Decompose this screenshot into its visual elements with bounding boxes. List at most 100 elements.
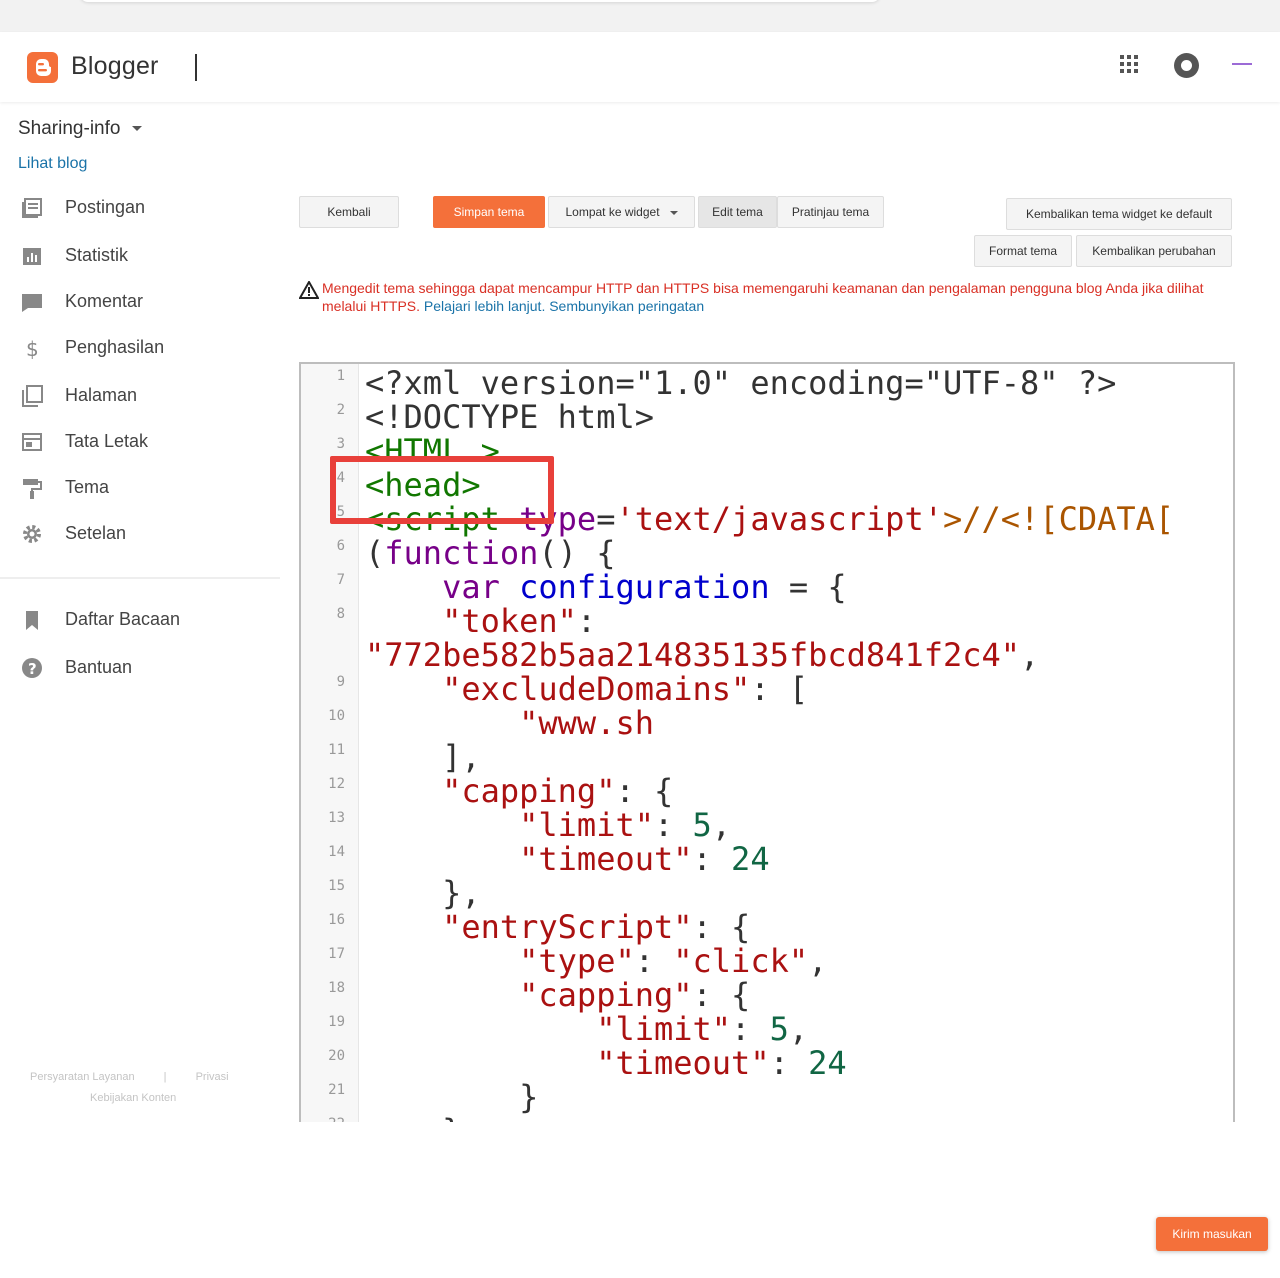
sidebar-item-label: Setelan bbox=[65, 523, 127, 543]
back-button[interactable]: Kembali bbox=[299, 196, 399, 228]
line-number: 7 bbox=[336, 572, 345, 588]
format-theme-button[interactable]: Format tema bbox=[974, 235, 1072, 267]
sidebar-item-label: Statistik bbox=[65, 245, 129, 265]
sidebar-divider bbox=[0, 577, 280, 579]
footer-separator: | bbox=[163, 1071, 167, 1083]
edit-theme-button[interactable]: Edit tema bbox=[698, 196, 777, 228]
code-token: "limit" bbox=[519, 806, 654, 844]
sidebar-item-pages[interactable]: Halaman bbox=[18, 381, 278, 411]
mixed-content-warning: Mengedit tema sehingga dapat mencampur H… bbox=[299, 279, 1234, 315]
sidebar-item-theme[interactable]: Tema bbox=[18, 473, 278, 503]
code-token: : bbox=[769, 1044, 809, 1082]
blog-name: Sharing-info bbox=[18, 118, 121, 139]
apps-grid-icon[interactable] bbox=[1119, 54, 1141, 76]
blog-selector[interactable]: Sharing-info bbox=[18, 118, 143, 140]
svg-text:?: ? bbox=[28, 660, 37, 678]
head-tag-highlight-box bbox=[330, 456, 554, 524]
code-token: ( bbox=[365, 534, 385, 572]
sidebar-item-label: Halaman bbox=[65, 385, 138, 405]
code-token: : { bbox=[692, 908, 751, 946]
save-theme-button[interactable]: Simpan tema bbox=[433, 196, 545, 228]
line-number: 1 bbox=[336, 368, 345, 384]
sidebar-item-earnings[interactable]: $ Penghasilan bbox=[18, 333, 278, 363]
line-number: 9 bbox=[336, 674, 345, 690]
code-line: "limit": 5, bbox=[365, 808, 731, 842]
blogger-logo-icon[interactable] bbox=[27, 52, 58, 83]
sidebar-item-settings[interactable]: Setelan bbox=[18, 519, 278, 549]
bookmark-icon bbox=[26, 611, 38, 630]
code-token: "capping" bbox=[442, 772, 616, 810]
send-feedback-button[interactable]: Kirim masukan bbox=[1156, 1217, 1268, 1251]
line-number: 15 bbox=[328, 878, 345, 894]
browser-top-strip bbox=[0, 0, 1280, 32]
sidebar-item-label: Penghasilan bbox=[65, 337, 165, 357]
code-line: "capping": { bbox=[365, 774, 673, 808]
code-token: "excludeDomains" bbox=[442, 670, 751, 708]
sidebar-item-label: Tema bbox=[65, 477, 110, 497]
hide-warning-link[interactable]: Sembunyikan peringatan bbox=[549, 298, 704, 314]
code-token: : bbox=[653, 806, 693, 844]
code-line: <?xml version="1.0" encoding="UTF-8" ?> bbox=[365, 364, 1117, 402]
minimize-icon[interactable] bbox=[1232, 63, 1252, 65]
content-policy-link[interactable]: Kebijakan Konten bbox=[90, 1092, 176, 1104]
sidebar-item-label: Tata Letak bbox=[65, 431, 149, 451]
jump-to-widget-label: Lompat ke widget bbox=[565, 205, 660, 219]
learn-more-link[interactable]: Pelajari lebih lanjut. bbox=[424, 298, 545, 314]
code-line: "timeout": 24 bbox=[365, 1044, 846, 1082]
code-token: () { bbox=[538, 534, 616, 572]
code-token: : bbox=[731, 1010, 770, 1048]
sidebar-item-stats[interactable]: Statistik bbox=[18, 241, 278, 271]
sidebar-item-posts[interactable]: Postingan bbox=[18, 193, 278, 223]
code-line: var configuration = { bbox=[365, 570, 847, 604]
code-line: "entryScript": { bbox=[365, 910, 750, 944]
account-icon[interactable] bbox=[1174, 53, 1199, 78]
line-number: 10 bbox=[328, 708, 345, 724]
dollar-icon: $ bbox=[26, 337, 39, 359]
code-token: "limit" bbox=[596, 1010, 732, 1048]
sidebar-item-comments[interactable]: Komentar bbox=[18, 287, 278, 317]
code-line: "timeout": 24 bbox=[365, 840, 770, 878]
code-token: : [ bbox=[750, 670, 809, 708]
code-line: } bbox=[365, 1078, 539, 1116]
line-number: 20 bbox=[328, 1048, 345, 1064]
comment-icon bbox=[22, 294, 42, 312]
code-token: 5 bbox=[692, 806, 712, 844]
code-token: 24 bbox=[731, 840, 770, 878]
view-blog-link[interactable]: Lihat blog bbox=[18, 155, 87, 173]
code-line: (function() { bbox=[365, 536, 615, 570]
code-line: } bbox=[365, 1114, 461, 1122]
svg-text:$: $ bbox=[26, 337, 39, 359]
line-number: 22 bbox=[301, 1116, 345, 1122]
code-line: "type": "click", bbox=[365, 944, 827, 978]
line-number: 6 bbox=[336, 538, 345, 554]
line-number: 16 bbox=[328, 912, 345, 928]
sidebar-item-reading-list[interactable]: Daftar Bacaan bbox=[18, 605, 278, 635]
code-token: "type" bbox=[519, 942, 635, 980]
paint-roller-icon bbox=[23, 479, 42, 499]
revert-changes-button[interactable]: Kembalikan perubahan bbox=[1076, 235, 1232, 267]
sidebar-item-layout[interactable]: Tata Letak bbox=[18, 427, 278, 457]
code-token: = bbox=[596, 500, 616, 538]
address-bar[interactable] bbox=[80, 0, 880, 2]
warning-text: Mengedit tema sehingga dapat mencampur H… bbox=[299, 279, 1234, 315]
code-token: "entryScript" bbox=[442, 908, 693, 946]
privacy-link[interactable]: Privasi bbox=[196, 1071, 229, 1083]
preview-theme-button[interactable]: Pratinjau tema bbox=[777, 196, 884, 228]
line-number: 3 bbox=[336, 436, 345, 452]
reset-widgets-button[interactable]: Kembalikan tema widget ke default bbox=[1006, 198, 1232, 230]
code-line: "token": bbox=[365, 604, 596, 638]
code-token: = { bbox=[769, 568, 847, 606]
code-token: "token" bbox=[442, 602, 577, 640]
line-number: 13 bbox=[328, 810, 345, 826]
sidebar-item-help[interactable]: ? Bantuan bbox=[18, 653, 278, 683]
code-token: "click" bbox=[673, 942, 809, 980]
sidebar-item-label: Komentar bbox=[65, 291, 144, 311]
code-line: "772be582b5aa214835135fbcd841f2c4", bbox=[365, 638, 1039, 672]
jump-to-widget-dropdown[interactable]: Lompat ke widget bbox=[548, 196, 695, 228]
terms-link[interactable]: Persyaratan Layanan bbox=[30, 1071, 135, 1083]
